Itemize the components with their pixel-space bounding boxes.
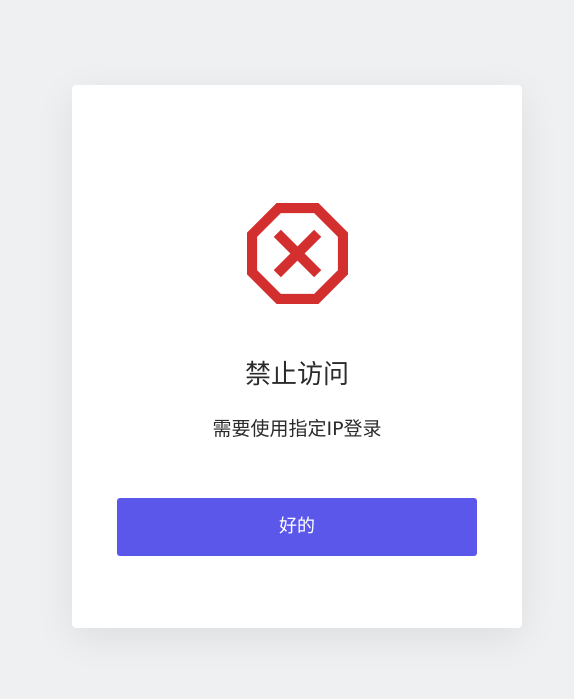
access-denied-dialog: 禁止访问 需要使用指定IP登录 好的 [72,85,522,628]
dialog-title: 禁止访问 [244,360,349,390]
stop-x-icon [247,203,348,304]
ok-button[interactable]: 好的 [117,498,477,556]
dialog-message: 需要使用指定IP登录 [212,418,382,440]
